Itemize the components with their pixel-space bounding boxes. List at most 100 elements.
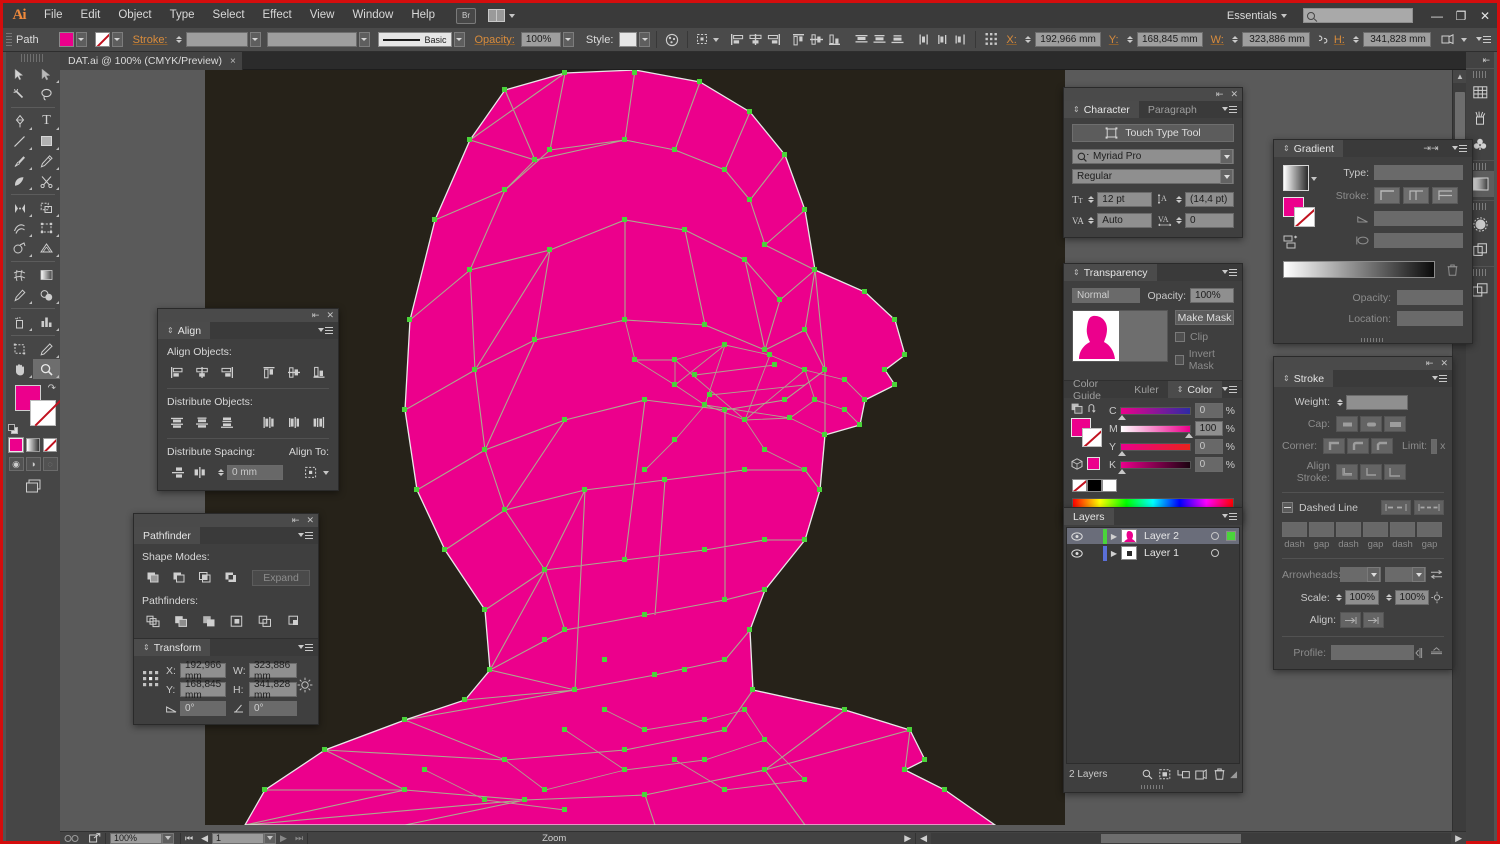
menu-help[interactable]: Help [402, 3, 444, 28]
font-size-stepper[interactable] [1086, 191, 1096, 207]
color-panel[interactable]: Color Guide Kuler ⇕ Color [1064, 380, 1242, 522]
gap-field-3[interactable] [1417, 522, 1442, 537]
limit-field[interactable] [1431, 439, 1437, 454]
zoom-level-control[interactable]: 100% [110, 833, 174, 844]
y-stepper[interactable] [1125, 32, 1136, 48]
close-icon[interactable]: ✕ [306, 516, 314, 525]
align-stroke-center-icon[interactable] [1336, 464, 1358, 480]
stroke-panel[interactable]: ⇤ ✕ ⇕ Stroke Weight: Cap: [1273, 356, 1453, 670]
collapse-icon[interactable]: ⇤ [292, 516, 300, 525]
gradient-panel-grip[interactable] [1274, 336, 1472, 343]
layers-panel[interactable]: Layers ▶ Layer 2 [1063, 507, 1243, 793]
gradient-stroke-across-icon[interactable] [1432, 187, 1458, 204]
crop-icon[interactable] [226, 613, 248, 630]
expand-panels-icon[interactable]: ⇤ [1466, 52, 1494, 68]
transparency-thumbnails[interactable] [1072, 310, 1168, 362]
tools-panel-grip[interactable] [21, 54, 45, 62]
menu-object[interactable]: Object [109, 3, 160, 28]
distribute-bottom-icon[interactable] [888, 31, 906, 49]
minimize-button[interactable]: — [1425, 3, 1449, 28]
transform-y-field[interactable]: 168,845 mm [180, 682, 226, 697]
menu-file[interactable]: File [35, 3, 72, 28]
zoom-level-dropdown[interactable] [162, 833, 174, 844]
vertical-distribute-bottom-icon[interactable] [217, 414, 236, 431]
merge-icon[interactable] [198, 613, 220, 630]
layer-target-indicator[interactable] [1207, 549, 1223, 557]
character-panel[interactable]: ⇤ ✕ ⇕ Character Paragraph Touch Type Too… [1063, 87, 1243, 238]
tracking-field[interactable]: 0 [1185, 213, 1234, 228]
stroke-dropdown[interactable] [112, 32, 123, 47]
share-on-behance-button[interactable] [85, 832, 105, 844]
tab-transform[interactable]: ⇕ Transform [134, 639, 210, 656]
stroke-panel-titlebar[interactable]: ⇤ ✕ [1274, 357, 1452, 370]
current-color-swatch[interactable] [1087, 457, 1100, 470]
font-size-field[interactable]: 12 pt [1097, 192, 1152, 207]
scale-tool[interactable] [33, 198, 60, 218]
dash-preserve-exact-icon[interactable] [1381, 500, 1411, 515]
previous-artboard-button[interactable]: ◀ [197, 832, 212, 844]
zoom-tool[interactable] [33, 359, 60, 379]
stroke-profile-field[interactable] [267, 32, 357, 47]
slider-value-k[interactable]: 0 [1195, 457, 1223, 472]
pen-tool[interactable] [6, 111, 33, 131]
gradient-stroke-along-icon[interactable] [1403, 187, 1429, 204]
search-input[interactable] [1303, 8, 1413, 23]
stroke-color-swatch[interactable] [30, 400, 56, 426]
layer-target-indicator[interactable] [1207, 532, 1223, 540]
recolor-artwork-icon[interactable] [663, 31, 681, 49]
pathfinder-panel[interactable]: ⇤ ✕ Pathfinder Shape Modes: Expand Pathf… [133, 513, 319, 725]
x-stepper[interactable] [1023, 32, 1034, 48]
pathfinder-panel-menu[interactable] [298, 527, 319, 544]
swatches-icon[interactable] [1466, 79, 1494, 105]
gradient-tool[interactable] [33, 265, 60, 285]
paintbrush-tool[interactable] [6, 151, 33, 171]
leading-stepper[interactable] [1174, 191, 1184, 207]
menu-edit[interactable]: Edit [72, 3, 110, 28]
butt-cap-icon[interactable] [1336, 416, 1358, 432]
link-arrowhead-scales-icon[interactable] [1430, 589, 1444, 606]
scale-start-field[interactable]: 100% [1345, 590, 1379, 605]
stroke-panel-menu[interactable] [1432, 370, 1453, 387]
projecting-cap-icon[interactable] [1384, 416, 1406, 432]
fill-color-control[interactable] [59, 32, 87, 47]
hscroll-left-arrow[interactable]: ◀ [916, 832, 931, 844]
align-to-selection-icon[interactable] [694, 31, 712, 49]
transparency-panel-menu[interactable] [1222, 264, 1243, 281]
object-thumbnail[interactable] [1073, 311, 1119, 361]
tab-layers[interactable]: Layers [1064, 508, 1114, 525]
transform-h-field[interactable]: 341,828 mm [249, 682, 297, 697]
invert-mask-checkbox[interactable] [1175, 355, 1184, 365]
x-field[interactable]: 192,966 mm [1035, 32, 1101, 47]
control-panel-menu-icon[interactable] [1476, 36, 1492, 43]
constrain-proportions-icon[interactable] [1313, 31, 1331, 49]
default-fill-stroke-icon[interactable] [8, 424, 19, 435]
transform-panel[interactable]: ⇕ Transform [134, 638, 318, 724]
font-family-select[interactable]: Myriad Pro [1072, 149, 1234, 164]
canvas-horizontal-scrollbar[interactable] [931, 833, 1451, 844]
slice-tool[interactable] [33, 339, 60, 359]
scale-strokes-effects-icon[interactable] [297, 677, 313, 693]
status-expand-arrow[interactable]: ▶ [900, 832, 915, 844]
scale-start-stepper[interactable] [1334, 590, 1344, 606]
align-panel[interactable]: ⇤ ✕ ⇕ Align Align Objects: [157, 308, 339, 491]
horizontal-distribute-center-icon[interactable] [285, 414, 304, 431]
collapse-icon[interactable]: ⇤ [1216, 90, 1224, 99]
align-right-edges-icon[interactable] [217, 364, 236, 381]
hscroll-right-arrow[interactable]: ▶ [1451, 832, 1466, 844]
tab-kuler[interactable]: Kuler [1125, 381, 1168, 398]
rotate-tool[interactable] [6, 198, 33, 218]
black-swatch[interactable] [1087, 479, 1102, 492]
close-icon[interactable]: ✕ [1440, 359, 1448, 368]
reference-point-selector[interactable] [142, 670, 162, 689]
free-transform-tool[interactable] [33, 218, 60, 238]
tab-pathfinder[interactable]: Pathfinder [134, 527, 200, 544]
graphic-style-swatch[interactable] [619, 32, 637, 47]
collapse-icon[interactable]: ⇤ [312, 311, 320, 320]
align-left-icon[interactable] [728, 31, 746, 49]
close-button[interactable]: ✕ [1473, 3, 1497, 28]
distribute-vertical-center-icon[interactable] [870, 31, 888, 49]
dock-grip[interactable] [1473, 203, 1487, 210]
round-cap-icon[interactable] [1360, 416, 1382, 432]
dash-field-3[interactable] [1390, 522, 1415, 537]
artboard-number-field[interactable]: 1 [212, 833, 264, 844]
